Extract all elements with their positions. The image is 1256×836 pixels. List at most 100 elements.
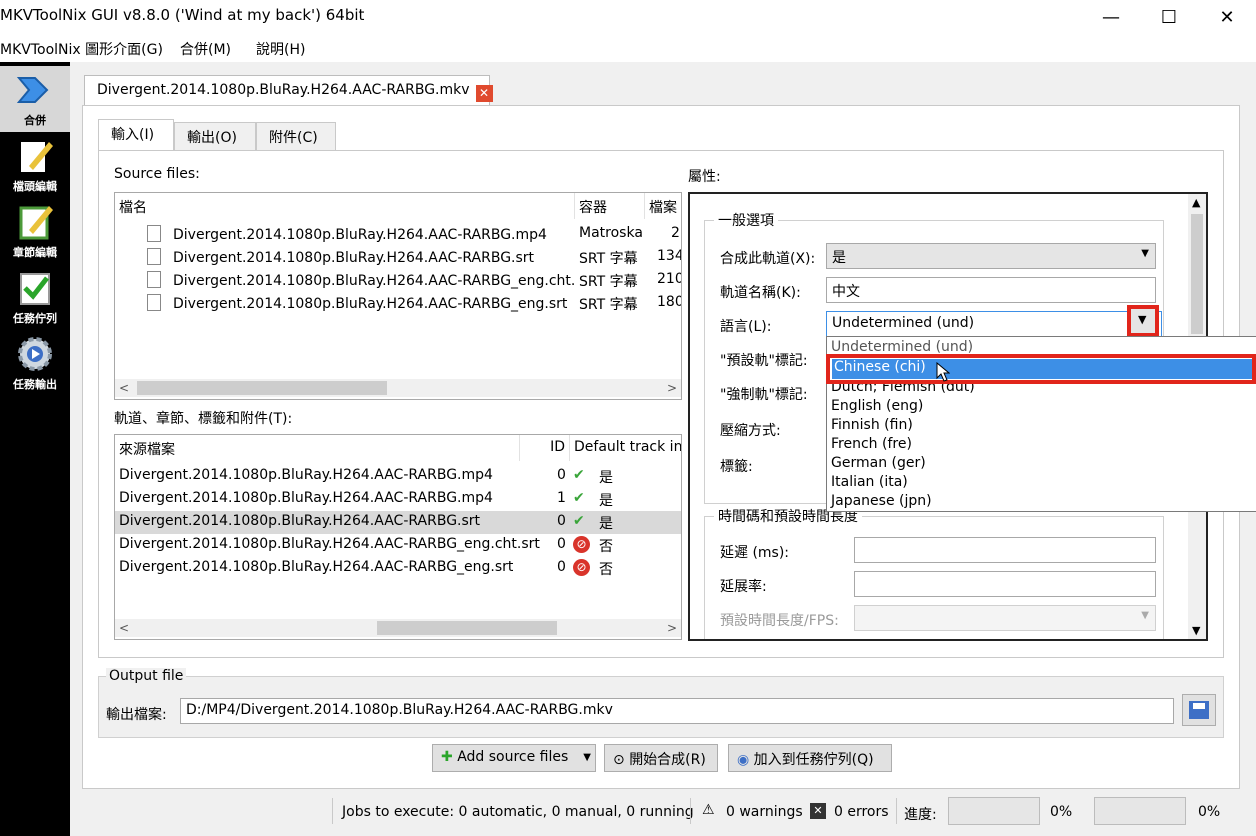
- scroll-left-icon[interactable]: <: [115, 619, 133, 637]
- file-tab[interactable]: Divergent.2014.1080p.BluRay.H264.AAC-RAR…: [84, 75, 493, 106]
- minimize-button[interactable]: —: [1082, 0, 1140, 34]
- warning-icon: ⚠: [702, 802, 715, 818]
- start-merge-button[interactable]: ⊙ 開始合成(R): [604, 744, 718, 772]
- track-name-input[interactable]: 中文: [826, 277, 1156, 303]
- column-header[interactable]: 檔名: [115, 193, 575, 219]
- language-option[interactable]: Italian (ita): [831, 474, 908, 490]
- stretch-label: 延展率:: [720, 579, 767, 595]
- language-option[interactable]: French (fre): [831, 436, 912, 452]
- errors-count[interactable]: 0 errors: [834, 804, 889, 820]
- chevron-down-icon[interactable]: ▼: [583, 752, 591, 763]
- track-default: 否: [599, 539, 613, 555]
- table-row[interactable]: Divergent.2014.1080p.BluRay.H264.AAC-RAR…: [115, 534, 681, 557]
- mouse-cursor-icon: [936, 362, 950, 382]
- source-file-container: SRT 字幕: [579, 274, 638, 290]
- column-header[interactable]: ID: [520, 435, 570, 461]
- list-item[interactable]: Divergent.2014.1080p.BluRay.H264.AAC-RAR…: [115, 269, 682, 292]
- output-file-input[interactable]: D:/MP4/Divergent.2014.1080p.BluRay.H264.…: [180, 698, 1174, 724]
- warnings-count[interactable]: 0 warnings: [726, 804, 803, 820]
- language-option[interactable]: Japanese (jpn): [831, 493, 932, 509]
- add-source-files-label: Add source files: [457, 749, 569, 765]
- header-editor-icon: [21, 142, 53, 172]
- source-file-name: Divergent.2014.1080p.BluRay.H264.AAC-RAR…: [173, 273, 575, 289]
- scroll-down-icon[interactable]: ▼: [1192, 624, 1200, 637]
- scrollbar-thumb[interactable]: [377, 621, 557, 635]
- sidebar-item-job-output[interactable]: 任務輸出: [0, 330, 70, 396]
- column-header[interactable]: 來源檔案: [115, 435, 520, 461]
- menu-merge[interactable]: 合併(M): [180, 39, 231, 59]
- table-row[interactable]: Divergent.2014.1080p.BluRay.H264.AAC-RAR…: [115, 557, 681, 580]
- menu-mkvtoolnix[interactable]: MKVToolNix 圖形介面(G): [0, 39, 163, 59]
- no-entry-icon: ⊘: [573, 536, 590, 553]
- add-source-files-button[interactable]: ✚ Add source files ▼: [432, 744, 596, 772]
- language-option[interactable]: Finnish (fin): [831, 417, 913, 433]
- status-separator: [690, 798, 691, 824]
- stretch-input[interactable]: [854, 571, 1156, 597]
- scrollbar-thumb[interactable]: [1191, 214, 1203, 334]
- scroll-up-icon[interactable]: ▲: [1192, 196, 1200, 209]
- add-to-queue-button[interactable]: ◉ 加入到任務佇列(Q): [728, 744, 892, 772]
- sidebar-label: 任務佇列: [13, 312, 57, 325]
- language-value: Undetermined (und): [832, 315, 975, 331]
- general-options-title: 一般選項: [714, 210, 778, 230]
- column-header[interactable]: 檔案: [645, 193, 681, 219]
- column-header[interactable]: 容器: [575, 193, 645, 219]
- source-files-list[interactable]: 檔名 容器 檔案 Divergent.2014.1080p.BluRay.H26…: [114, 192, 682, 400]
- scroll-right-icon[interactable]: >: [663, 379, 681, 397]
- list-item[interactable]: Divergent.2014.1080p.BluRay.H264.AAC-RAR…: [115, 246, 681, 269]
- scrollbar-thumb[interactable]: [137, 381, 387, 395]
- sidebar-item-chapter-editor[interactable]: 章節編輯: [0, 198, 70, 264]
- tracks-list[interactable]: 來源檔案 ID Default track in Divergent.2014.…: [114, 434, 682, 640]
- status-bar: Jobs to execute: 0 automatic, 0 manual, …: [70, 796, 1256, 826]
- close-tab-icon[interactable]: ✕: [475, 85, 493, 102]
- horizontal-scrollbar[interactable]: < >: [115, 619, 681, 637]
- close-window-button[interactable]: ✕: [1198, 0, 1256, 34]
- delay-input[interactable]: [854, 537, 1156, 563]
- scroll-left-icon[interactable]: <: [115, 379, 133, 397]
- file-icon: [147, 225, 161, 242]
- tab-attachments[interactable]: 附件(C): [256, 122, 336, 150]
- tab-input[interactable]: 輸入(I): [98, 119, 174, 151]
- sidebar-item-merge[interactable]: 合併: [0, 66, 70, 132]
- language-option-selected[interactable]: Chinese (chi): [832, 359, 1252, 379]
- table-row[interactable]: Divergent.2014.1080p.BluRay.H264.AAC-RAR…: [115, 488, 681, 511]
- job-output-icon: [18, 337, 52, 371]
- sidebar-item-header-editor[interactable]: 檔頭編輯: [0, 132, 70, 198]
- error-icon: ✕: [810, 803, 826, 819]
- table-row-selected[interactable]: Divergent.2014.1080p.BluRay.H264.AAC-RAR…: [115, 511, 681, 534]
- sidebar-item-job-queue[interactable]: 任務佇列: [0, 264, 70, 330]
- maximize-button[interactable]: ☐: [1140, 0, 1198, 34]
- source-file-size: 210: [657, 271, 682, 287]
- source-file-name: Divergent.2014.1080p.BluRay.H264.AAC-RAR…: [173, 250, 535, 266]
- menu-help[interactable]: 說明(H): [256, 39, 305, 59]
- list-item[interactable]: Divergent.2014.1080p.BluRay.H264.AAC-RAR…: [115, 292, 682, 315]
- table-row[interactable]: Divergent.2014.1080p.BluRay.H264.AAC-RAR…: [115, 465, 681, 488]
- language-option[interactable]: Undetermined (und): [831, 339, 973, 355]
- track-id: 0: [557, 536, 566, 552]
- track-source: Divergent.2014.1080p.BluRay.H264.AAC-RAR…: [119, 559, 514, 575]
- checkmark-icon: ✔: [573, 513, 585, 529]
- list-item[interactable]: Divergent.2014.1080p.BluRay.H264.AAC-RAR…: [115, 223, 681, 246]
- track-default: 是: [599, 493, 613, 509]
- play-icon: ⊙: [613, 752, 625, 768]
- browse-output-button[interactable]: [1182, 694, 1216, 726]
- scroll-right-icon[interactable]: >: [663, 619, 681, 637]
- language-dropdown-button[interactable]: ▼: [1127, 305, 1159, 337]
- merge-track-select[interactable]: 是 ▼: [826, 243, 1156, 269]
- horizontal-scrollbar[interactable]: < >: [115, 379, 681, 397]
- sidebar-label: 章節編輯: [13, 246, 57, 259]
- progress-total-value: 0%: [1198, 804, 1221, 820]
- column-header[interactable]: Default track in: [570, 435, 681, 461]
- language-select[interactable]: Undetermined (und): [826, 311, 1162, 337]
- track-default: 否: [599, 562, 613, 578]
- fps-select[interactable]: ▼: [854, 605, 1156, 631]
- track-source: Divergent.2014.1080p.BluRay.H264.AAC-RAR…: [119, 536, 540, 552]
- output-file-group-title: Output file: [106, 668, 187, 684]
- language-option[interactable]: English (eng): [831, 398, 923, 414]
- source-file-container: Matroska: [579, 225, 643, 241]
- tab-output[interactable]: 輸出(O): [174, 122, 256, 150]
- source-file-size: 180: [657, 294, 682, 310]
- language-option[interactable]: German (ger): [831, 455, 926, 471]
- selected-language-highlight: Chinese (chi): [826, 354, 1256, 384]
- progress-current-value: 0%: [1050, 804, 1073, 820]
